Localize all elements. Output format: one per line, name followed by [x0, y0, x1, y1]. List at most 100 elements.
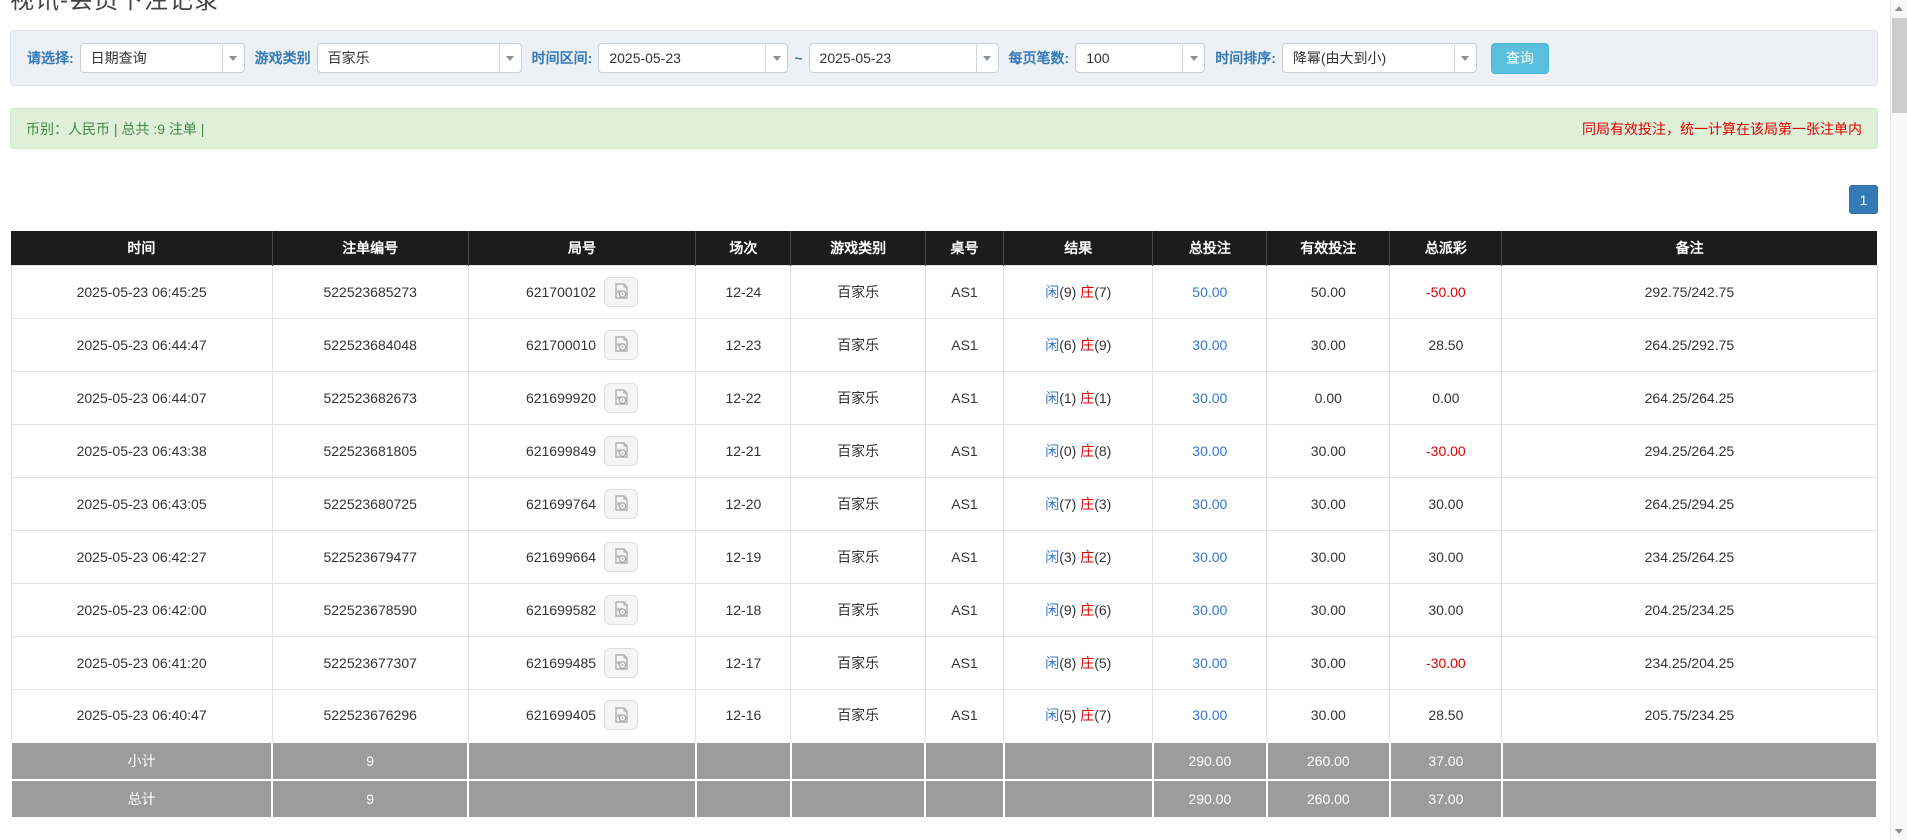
chevron-down-icon[interactable]	[765, 44, 787, 72]
video-icon	[613, 601, 630, 618]
table-row: 2025-05-23 06:43:38 522523681805 6216998…	[11, 424, 1877, 477]
cell-bet-id: 522523680725	[272, 477, 468, 530]
cell-valid-bet: 30.00	[1267, 689, 1390, 742]
bet-records-table: 时间注单编号局号场次游戏类别桌号结果总投注有效投注总派彩备注 2025-05-2…	[10, 231, 1878, 819]
scroll-up-icon[interactable]	[1891, 0, 1907, 17]
scroll-down-icon[interactable]	[1891, 823, 1907, 840]
video-replay-button[interactable]	[604, 489, 638, 519]
result-banker-label: 庄	[1080, 707, 1094, 723]
cell-session: 12-17	[696, 636, 791, 689]
page-size-select[interactable]: 100	[1075, 43, 1205, 73]
cell-bet-id: 522523682673	[272, 371, 468, 424]
cell-session: 12-21	[696, 424, 791, 477]
result-banker-score: (2)	[1094, 549, 1111, 565]
chevron-down-icon[interactable]	[1182, 44, 1204, 72]
chevron-down-icon[interactable]	[976, 44, 998, 72]
summary-bar: 币别：人民币 | 总共 :9 注单 | 同局有效投注，统一计算在该局第一张注单内	[10, 108, 1878, 149]
video-replay-button[interactable]	[604, 436, 638, 466]
cell-game-type: 百家乐	[791, 265, 925, 318]
sort-order-select[interactable]: 降幂(由大到小)	[1282, 43, 1477, 73]
video-icon	[613, 654, 630, 671]
currency-total-text: 币别：人民币 | 总共 :9 注单 |	[26, 119, 204, 139]
video-icon	[613, 548, 630, 565]
cell-game-type: 百家乐	[791, 371, 925, 424]
result-player-label: 闲	[1045, 390, 1059, 406]
cell-round-id: 621700010	[468, 318, 696, 371]
result-banker-score: (8)	[1094, 443, 1111, 459]
page-1-button[interactable]: 1	[1849, 185, 1878, 214]
cell-bet-id: 522523685273	[272, 265, 468, 318]
chevron-down-icon[interactable]	[1454, 44, 1476, 72]
table-row: 2025-05-23 06:42:27 522523679477 6216996…	[11, 530, 1877, 583]
column-header: 备注	[1502, 231, 1877, 265]
video-replay-button[interactable]	[604, 595, 638, 625]
cell-valid-bet: 30.00	[1267, 583, 1390, 636]
video-replay-button[interactable]	[604, 383, 638, 413]
search-button[interactable]: 查询	[1491, 43, 1549, 74]
game-type-value: 百家乐	[318, 48, 499, 68]
cell-valid-bet: 30.00	[1267, 424, 1390, 477]
column-header: 场次	[696, 231, 791, 265]
column-header: 游戏类别	[791, 231, 925, 265]
result-player-label: 闲	[1045, 602, 1059, 618]
round-id-text: 621700102	[526, 284, 596, 300]
cell-total-bet: 30.00	[1153, 583, 1267, 636]
cell-round-id: 621699485	[468, 636, 696, 689]
game-type-select[interactable]: 百家乐	[317, 43, 522, 73]
round-id-text: 621700010	[526, 337, 596, 353]
table-row: 2025-05-23 06:44:07 522523682673 6216999…	[11, 371, 1877, 424]
chevron-down-icon[interactable]	[222, 44, 244, 72]
table-footer: 小计 9 290.00 260.00 37.00 总计 9 290.00 260…	[11, 742, 1877, 818]
cell-result: 闲(3) 庄(2)	[1004, 530, 1153, 583]
table-row: 2025-05-23 06:40:47 522523676296 6216994…	[11, 689, 1877, 742]
cell-game-type: 百家乐	[791, 530, 925, 583]
cell-total-bet: 30.00	[1153, 530, 1267, 583]
video-replay-button[interactable]	[604, 700, 638, 730]
filter-bar: 请选择: 日期查询 游戏类别 百家乐 时间区间: 2025-05-23 ~ 20…	[10, 30, 1878, 86]
result-player-label: 闲	[1045, 337, 1059, 353]
video-icon	[613, 442, 630, 459]
result-banker-label: 庄	[1080, 390, 1094, 406]
subtotal-row: 小计 9 290.00 260.00 37.00	[11, 742, 1877, 780]
cell-valid-bet: 30.00	[1267, 636, 1390, 689]
query-mode-select[interactable]: 日期查询	[80, 43, 245, 73]
date-from-value: 2025-05-23	[599, 50, 765, 66]
video-replay-button[interactable]	[604, 542, 638, 572]
result-banker-label: 庄	[1080, 655, 1094, 671]
date-from-input[interactable]: 2025-05-23	[598, 43, 788, 73]
date-to-value: 2025-05-23	[810, 50, 976, 66]
cell-table-no: AS1	[925, 424, 1003, 477]
video-replay-button[interactable]	[604, 648, 638, 678]
cell-payout: -30.00	[1390, 424, 1502, 477]
subtotal-total-bet: 290.00	[1153, 742, 1267, 780]
chevron-down-icon[interactable]	[499, 44, 521, 72]
total-valid-bet: 260.00	[1267, 780, 1390, 818]
video-replay-button[interactable]	[604, 330, 638, 360]
cell-result: 闲(6) 庄(9)	[1004, 318, 1153, 371]
game-type-label: 游戏类别	[255, 48, 311, 68]
cell-remark: 234.25/264.25	[1502, 530, 1877, 583]
cell-remark: 292.75/242.75	[1502, 265, 1877, 318]
total-count: 9	[272, 780, 468, 818]
table-row: 2025-05-23 06:43:05 522523680725 6216997…	[11, 477, 1877, 530]
video-icon	[613, 336, 630, 353]
cell-time: 2025-05-23 06:44:47	[11, 318, 272, 371]
cell-total-bet: 30.00	[1153, 477, 1267, 530]
table-row: 2025-05-23 06:41:20 522523677307 6216994…	[11, 636, 1877, 689]
cell-payout: 28.50	[1390, 318, 1502, 371]
cell-valid-bet: 0.00	[1267, 371, 1390, 424]
cell-table-no: AS1	[925, 583, 1003, 636]
date-to-input[interactable]: 2025-05-23	[809, 43, 999, 73]
result-player-score: (0)	[1059, 443, 1076, 459]
cell-remark: 234.25/204.25	[1502, 636, 1877, 689]
result-player-label: 闲	[1045, 284, 1059, 300]
cell-session: 12-24	[696, 265, 791, 318]
cell-time: 2025-05-23 06:45:25	[11, 265, 272, 318]
table-row: 2025-05-23 06:45:25 522523685273 6217001…	[11, 265, 1877, 318]
date-range-tilde: ~	[794, 50, 802, 66]
cell-round-id: 621699849	[468, 424, 696, 477]
video-replay-button[interactable]	[604, 277, 638, 307]
video-icon	[613, 707, 630, 724]
vertical-scrollbar[interactable]	[1890, 0, 1907, 840]
scrollbar-thumb[interactable]	[1892, 18, 1907, 113]
